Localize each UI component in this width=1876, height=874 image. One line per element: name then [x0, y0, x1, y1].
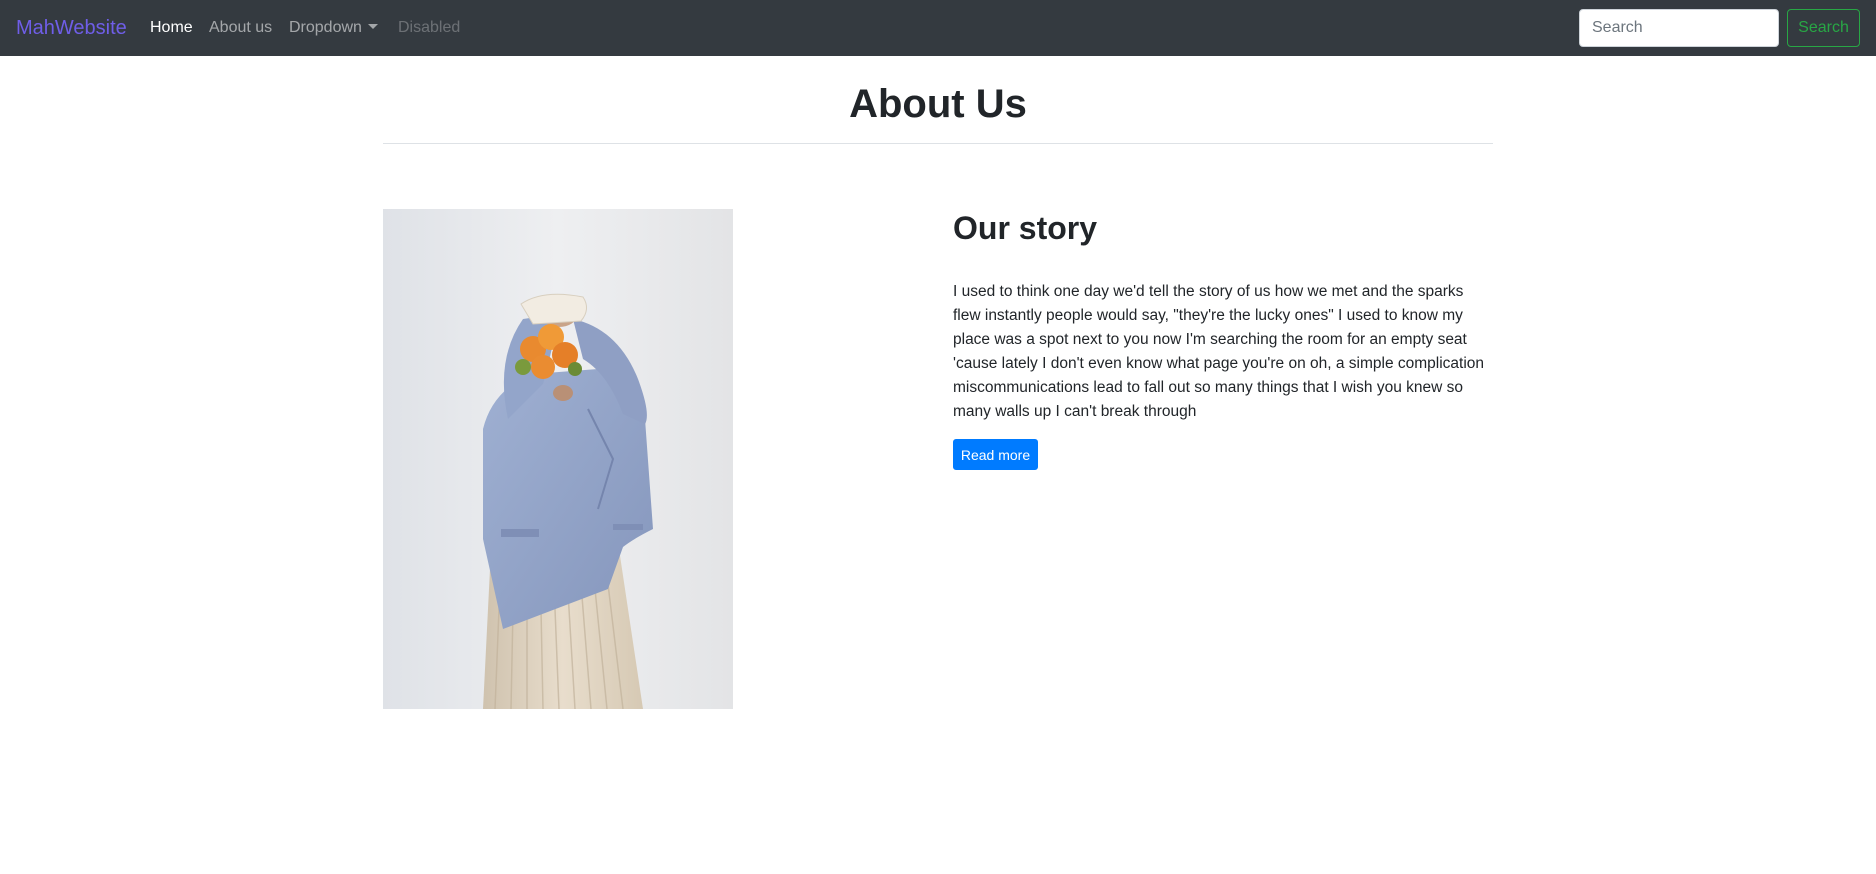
title-divider [383, 143, 1493, 144]
story-body: I used to think one day we'd tell the st… [953, 283, 1485, 420]
search-input[interactable] [1579, 9, 1779, 47]
person-with-oranges-illustration [383, 209, 733, 709]
nav-dropdown-label: Dropdown [289, 19, 362, 36]
read-more-button[interactable]: Read more [953, 439, 1038, 470]
nav-dropdown-toggle[interactable]: Dropdown [289, 18, 378, 38]
brand-link[interactable]: MahWebsite [16, 16, 127, 40]
nav-link-about-us[interactable]: About us [209, 18, 272, 38]
navbar: MahWebsite Home About us Dropdown Disabl… [0, 0, 1876, 56]
nav-link-home[interactable]: Home [150, 18, 193, 38]
nav-link-disabled: Disabled [398, 19, 461, 36]
page-title: About Us [849, 82, 1027, 126]
story-photo [383, 209, 733, 709]
story-heading: Our story [953, 210, 1098, 246]
caret-down-icon [367, 24, 378, 29]
search-button[interactable]: Search [1787, 9, 1860, 47]
